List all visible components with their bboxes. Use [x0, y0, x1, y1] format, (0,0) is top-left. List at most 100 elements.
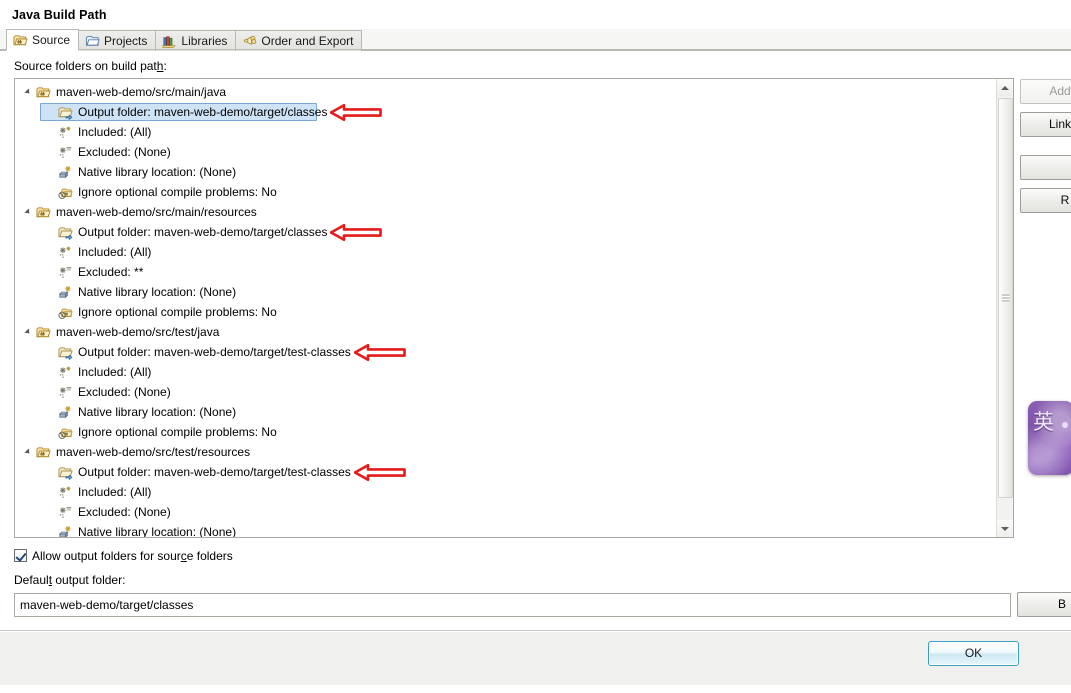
source-folder-icon	[34, 445, 52, 460]
scrollbar-grip-icon	[1001, 293, 1010, 303]
dialog-root: Java Build Path Source Projects Libraries O…	[0, 0, 1071, 693]
excluded-icon: *1	[56, 385, 74, 400]
order-export-icon	[242, 34, 257, 49]
tree-row-attribute[interactable]: *1 Excluded: (None)	[15, 142, 996, 162]
allow-output-folders-row[interactable]: Allow output folders for source folders	[14, 547, 1071, 564]
tree-row-attribute[interactable]: *1 Included: (All)	[15, 482, 996, 502]
tree-row-label: Excluded: (None)	[78, 145, 171, 159]
annotation-arrow-icon	[330, 103, 383, 124]
excluded-icon: *1	[56, 505, 74, 520]
tree-row-source-folder[interactable]: maven-web-demo/src/main/resources	[15, 202, 996, 222]
output-folder-icon	[56, 345, 74, 360]
allow-output-folders-checkbox[interactable]	[14, 549, 27, 562]
page-title: Java Build Path	[0, 0, 1071, 29]
svg-text:*1: *1	[59, 493, 64, 499]
tree-row-attribute[interactable]: Native library location: (None)	[15, 162, 996, 182]
included-icon: *1	[56, 245, 74, 260]
tree-row-source-folder[interactable]: maven-web-demo/src/test/resources	[15, 442, 996, 462]
expand-twisty-icon[interactable]	[21, 328, 34, 336]
tree-vertical-scrollbar[interactable]	[996, 79, 1013, 537]
ime-mode-label: 英	[1033, 410, 1054, 434]
browse-output-folder-button[interactable]: B	[1017, 592, 1071, 617]
tree-row-attribute[interactable]: Ignore optional compile problems: No	[15, 422, 996, 442]
tree-section-label-pre: Source folders on build pat	[14, 59, 157, 73]
tab-libraries[interactable]: Libraries	[155, 30, 237, 51]
tree-row-attribute[interactable]: Native library location: (None)	[15, 522, 996, 537]
scroll-down-button[interactable]	[997, 520, 1013, 537]
tree-row-label: Native library location: (None)	[78, 285, 237, 299]
tree-row-attribute[interactable]: *1 Excluded: (None)	[15, 382, 996, 402]
ime-status-dot-icon	[1062, 422, 1068, 428]
excluded-icon: *1	[56, 265, 74, 280]
remove-button[interactable]: R	[1020, 188, 1071, 213]
ok-button[interactable]: OK	[928, 641, 1019, 666]
tree-row-label: Excluded: **	[78, 265, 144, 279]
allow-output-folders-label: Allow output folders for source folders	[32, 548, 233, 563]
svg-text:*1: *1	[59, 393, 64, 399]
tree-row-attribute[interactable]: Ignore optional compile problems: No	[15, 302, 996, 322]
expand-twisty-icon[interactable]	[21, 448, 34, 456]
tree-row-attribute[interactable]: Output folder: maven-web-demo/target/tes…	[15, 342, 996, 362]
scrollbar-thumb[interactable]	[998, 98, 1013, 498]
ignore-problems-icon	[56, 425, 74, 440]
edit-button[interactable]	[1020, 155, 1071, 180]
source-folder-icon	[34, 325, 52, 340]
tree-row-label: maven-web-demo/src/test/resources	[56, 445, 251, 459]
dialog-footer: OK	[0, 632, 1071, 685]
tree-row-label: Output folder: maven-web-demo/target/cla…	[78, 105, 328, 119]
svg-text:*1: *1	[59, 273, 64, 279]
ignore-problems-icon	[56, 185, 74, 200]
tab-order-and-export[interactable]: Order and Export	[235, 30, 363, 51]
tree-row-attribute[interactable]: *1 Included: (All)	[15, 242, 996, 262]
source-folders-tree[interactable]: maven-web-demo/src/main/java Output folde…	[15, 79, 996, 537]
bottom-options: Allow output folders for source folders …	[0, 538, 1071, 617]
tree-row-label: maven-web-demo/src/test/java	[56, 325, 220, 339]
source-folder-icon	[34, 85, 52, 100]
libraries-icon	[162, 34, 177, 49]
tree-row-source-folder[interactable]: maven-web-demo/src/main/java	[15, 82, 996, 102]
tree-row-source-folder[interactable]: maven-web-demo/src/test/java	[15, 322, 996, 342]
tree-row-attribute[interactable]: *1 Included: (All)	[15, 362, 996, 382]
tab-source[interactable]: Source	[6, 29, 80, 51]
tree-row-label: Included: (All)	[78, 365, 152, 379]
native-library-icon	[56, 405, 74, 420]
expand-twisty-icon[interactable]	[21, 208, 34, 216]
tab-projects[interactable]: Projects	[78, 30, 157, 51]
tab-label: Libraries	[181, 34, 228, 48]
tree-row-attribute[interactable]: Output folder: maven-web-demo/target/cla…	[15, 102, 996, 122]
tree-row-label: Included: (All)	[78, 485, 152, 499]
ime-language-bar[interactable]: 英	[1028, 401, 1071, 475]
native-library-icon	[56, 525, 74, 537]
tree-row-label: Output folder: maven-web-demo/target/tes…	[78, 465, 351, 479]
scroll-up-button[interactable]	[997, 79, 1013, 96]
tree-row-attribute[interactable]: Native library location: (None)	[15, 282, 996, 302]
tree-row-label: Excluded: (None)	[78, 505, 171, 519]
tree-row-attribute[interactable]: *1 Excluded: **	[15, 262, 996, 282]
tree-row-label: Output folder: maven-web-demo/target/cla…	[78, 225, 328, 239]
tree-row-label: Excluded: (None)	[78, 385, 171, 399]
tree-row-label: Ignore optional compile problems: No	[78, 425, 277, 439]
output-folder-icon	[56, 225, 74, 240]
tab-label: Projects	[104, 34, 148, 48]
tab-label: Order and Export	[261, 34, 354, 48]
tree-row-label: Ignore optional compile problems: No	[78, 305, 277, 319]
ignore-problems-icon	[56, 305, 74, 320]
tree-row-attribute[interactable]: *1 Included: (All)	[15, 122, 996, 142]
tree-row-attribute[interactable]: Output folder: maven-web-demo/target/tes…	[15, 462, 996, 482]
tree-row-attribute[interactable]: Native library location: (None)	[15, 402, 996, 422]
expand-twisty-icon[interactable]	[21, 88, 34, 96]
tree-row-label: Native library location: (None)	[78, 165, 237, 179]
source-folder-icon	[34, 205, 52, 220]
native-library-icon	[56, 285, 74, 300]
tree-row-label: Ignore optional compile problems: No	[78, 185, 277, 199]
link-source-button[interactable]: Link...	[1020, 112, 1071, 137]
default-output-folder-label: Default output folder:	[14, 573, 126, 587]
default-output-folder-input[interactable]: maven-web-demo/target/classes	[14, 592, 1011, 617]
tree-row-attribute[interactable]: Output folder: maven-web-demo/target/cla…	[15, 222, 996, 242]
svg-text:*1: *1	[59, 253, 64, 259]
chevron-up-icon	[1001, 85, 1009, 90]
tree-row-label: maven-web-demo/src/main/java	[56, 85, 227, 99]
included-icon: *1	[56, 365, 74, 380]
tree-row-attribute[interactable]: Ignore optional compile problems: No	[15, 182, 996, 202]
tree-row-attribute[interactable]: *1 Excluded: (None)	[15, 502, 996, 522]
